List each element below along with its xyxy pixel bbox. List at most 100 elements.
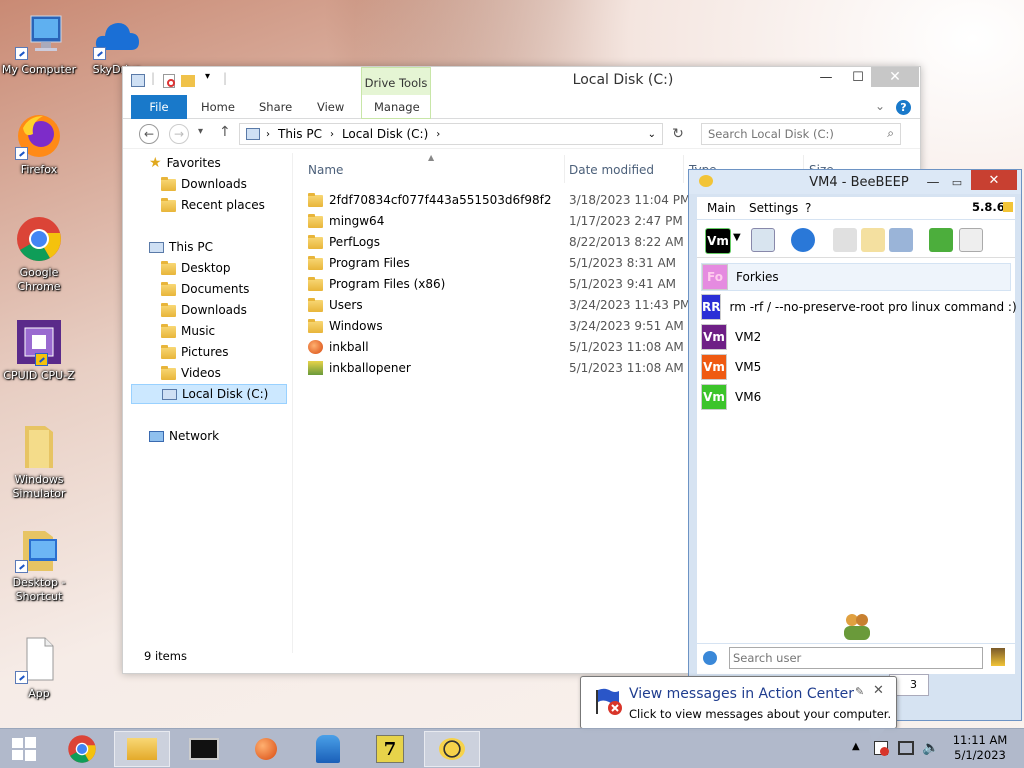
balloon-close-button[interactable]: ✕ bbox=[873, 683, 884, 698]
tray-clock[interactable]: 11:11 AM 5/1/2023 bbox=[950, 733, 1010, 763]
mail-icon[interactable] bbox=[833, 228, 857, 252]
trash-icon[interactable] bbox=[959, 228, 983, 252]
clear-broom-icon[interactable] bbox=[991, 648, 1005, 666]
nav-downloads[interactable]: Downloads bbox=[161, 300, 247, 320]
volume-muted-icon[interactable]: 🔈 bbox=[922, 740, 939, 756]
desktop-icon-desktop-shortcut[interactable]: Desktop - Shortcut bbox=[0, 525, 78, 604]
desktop-icon-windows-simulator[interactable]: Windows Simulator bbox=[0, 422, 78, 501]
address-dropdown-icon[interactable]: ⌄ bbox=[648, 129, 656, 140]
search-input[interactable] bbox=[702, 124, 872, 144]
up-button[interactable]: ↑ bbox=[219, 124, 231, 140]
properties-icon[interactable] bbox=[163, 74, 175, 88]
desktop-icon-app[interactable]: App bbox=[0, 636, 78, 701]
broadcast-icon[interactable] bbox=[791, 228, 815, 252]
nav-favorites[interactable]: ★ Favorites bbox=[149, 153, 221, 173]
pin-icon[interactable]: ✎ bbox=[855, 685, 864, 698]
nav-label: Desktop bbox=[181, 261, 231, 275]
desktop-icon-firefox[interactable]: Firefox bbox=[0, 112, 78, 177]
status-dropdown-icon[interactable]: ▼ bbox=[733, 232, 741, 243]
share-folder-icon[interactable] bbox=[929, 228, 953, 252]
beebeep-minimize-button[interactable]: — bbox=[923, 172, 943, 192]
taskbar-beebeep[interactable] bbox=[424, 731, 480, 767]
recent-dropdown-icon[interactable]: ▾ bbox=[198, 126, 203, 137]
gear-icon[interactable] bbox=[703, 651, 717, 665]
tab-share[interactable]: Share bbox=[247, 95, 304, 119]
nav-local-disk[interactable]: Local Disk (C:) bbox=[131, 384, 287, 404]
nav-music[interactable]: Music bbox=[161, 321, 215, 341]
desktop-icon-cpuz[interactable]: CPUID CPU-Z bbox=[0, 318, 78, 383]
file-row[interactable]: inkballopener 5/1/2023 11:08 AM bbox=[308, 357, 688, 378]
explorer-titlebar[interactable]: | ▾ | Drive Tools Local Disk (C:) — ☐ ✕ bbox=[123, 67, 920, 95]
file-row[interactable]: PerfLogs 8/22/2013 8:22 AM bbox=[308, 231, 688, 252]
search-user-input[interactable] bbox=[729, 647, 983, 669]
taskbar-cmd[interactable] bbox=[176, 731, 232, 767]
menu-main[interactable]: Main bbox=[707, 201, 736, 215]
ribbon-expand-icon[interactable]: ⌄ bbox=[875, 99, 885, 113]
taskbar-people-app[interactable] bbox=[300, 731, 356, 767]
taskbar-chrome[interactable] bbox=[54, 731, 110, 767]
taskbar-7zip[interactable]: 7 bbox=[362, 731, 418, 767]
nav-network[interactable]: Network bbox=[149, 426, 219, 446]
user-item-vm6[interactable]: Vm VM6 bbox=[701, 383, 1011, 411]
tab-manage[interactable]: Manage bbox=[361, 95, 431, 119]
file-row[interactable]: mingw64 1/17/2023 2:47 PM bbox=[308, 210, 688, 231]
file-row[interactable]: inkball 5/1/2023 11:08 AM bbox=[308, 336, 688, 357]
column-header-name[interactable]: Name bbox=[308, 163, 343, 177]
show-hidden-icons-button[interactable]: ▲ bbox=[852, 741, 860, 752]
nav-documents[interactable]: Documents bbox=[161, 279, 249, 299]
desktop-icon-chrome[interactable]: Google Chrome bbox=[0, 215, 78, 294]
user-item-vm2[interactable]: Vm VM2 bbox=[701, 323, 1011, 351]
search-box[interactable]: ⌕ bbox=[701, 123, 901, 145]
nav-this-pc[interactable]: This PC bbox=[149, 237, 213, 257]
close-button[interactable]: ✕ bbox=[871, 67, 919, 87]
user-item-vm5[interactable]: Vm VM5 bbox=[701, 353, 1011, 381]
nav-fav-downloads[interactable]: Downloads bbox=[161, 174, 247, 194]
nav-recent-places[interactable]: Recent places bbox=[161, 195, 265, 215]
address-bar[interactable]: › This PC › Local Disk (C:) › ⌄ bbox=[239, 123, 663, 145]
tab-file[interactable]: File bbox=[131, 95, 187, 119]
nav-label: Local Disk (C:) bbox=[182, 387, 269, 401]
beebeep-close-button[interactable]: ✕ bbox=[971, 170, 1017, 190]
user-item-rr[interactable]: RR rm -rf / --no-preserve-root pro linux… bbox=[701, 293, 1017, 321]
nav-videos[interactable]: Videos bbox=[161, 363, 221, 383]
balloon-title[interactable]: View messages in Action Center bbox=[629, 686, 854, 702]
maximize-button[interactable]: ☐ bbox=[845, 67, 871, 87]
new-folder-icon[interactable] bbox=[181, 75, 195, 87]
refresh-button[interactable]: ↻ bbox=[667, 124, 689, 146]
my-status-avatar[interactable]: Vm bbox=[705, 228, 731, 254]
nav-pictures[interactable]: Pictures bbox=[161, 342, 229, 362]
tools-icon[interactable] bbox=[889, 228, 913, 252]
back-button[interactable]: ← bbox=[139, 124, 159, 144]
help-icon[interactable]: ? bbox=[896, 100, 911, 115]
beebeep-window[interactable]: VM4 - BeeBEEP — ▭ ✕ Main Settings ? 5.8.… bbox=[688, 169, 1022, 721]
file-row[interactable]: Program Files 5/1/2023 8:31 AM bbox=[308, 252, 688, 273]
beebeep-maximize-button[interactable]: ▭ bbox=[947, 172, 967, 192]
taskbar-file-explorer[interactable] bbox=[114, 731, 170, 767]
menu-help[interactable]: ? bbox=[805, 201, 811, 215]
forward-button[interactable]: → bbox=[169, 124, 189, 144]
taskbar-inkball[interactable] bbox=[238, 731, 294, 767]
desktop-icon-my-computer[interactable]: My Computer bbox=[0, 12, 78, 77]
breadcrumb-local-disk[interactable]: Local Disk (C:) bbox=[342, 127, 428, 141]
minimize-button[interactable]: — bbox=[813, 67, 839, 87]
action-center-tray-icon[interactable] bbox=[874, 741, 889, 756]
beebeep-titlebar[interactable]: VM4 - BeeBEEP — ▭ ✕ bbox=[689, 170, 1021, 194]
note-pencil-icon[interactable] bbox=[861, 228, 885, 252]
action-center-balloon[interactable]: View messages in Action Center Click to … bbox=[580, 676, 897, 743]
file-row[interactable]: Users 3/24/2023 11:43 PM bbox=[308, 294, 690, 315]
network-tray-icon[interactable] bbox=[898, 741, 914, 755]
nav-desktop[interactable]: Desktop bbox=[161, 258, 231, 278]
file-row[interactable]: Windows 3/24/2023 9:51 AM bbox=[308, 315, 688, 336]
menu-settings[interactable]: Settings bbox=[749, 201, 798, 215]
qat-dropdown-icon[interactable]: ▾ bbox=[205, 71, 210, 82]
search-icon[interactable]: ⌕ bbox=[887, 126, 894, 141]
start-button[interactable] bbox=[0, 731, 48, 767]
file-row[interactable]: 2fdf70834cf077f443a551503d6f98f2 3/18/202… bbox=[308, 189, 690, 210]
user-item-forkies[interactable]: Fo Forkies bbox=[701, 263, 1011, 291]
edit-profile-icon[interactable] bbox=[751, 228, 775, 252]
file-row[interactable]: Program Files (x86) 5/1/2023 9:41 AM bbox=[308, 273, 688, 294]
breadcrumb-this-pc[interactable]: This PC bbox=[278, 127, 322, 141]
tab-view[interactable]: View bbox=[305, 95, 356, 119]
tab-home[interactable]: Home bbox=[189, 95, 247, 119]
column-header-date[interactable]: Date modified bbox=[569, 163, 654, 177]
